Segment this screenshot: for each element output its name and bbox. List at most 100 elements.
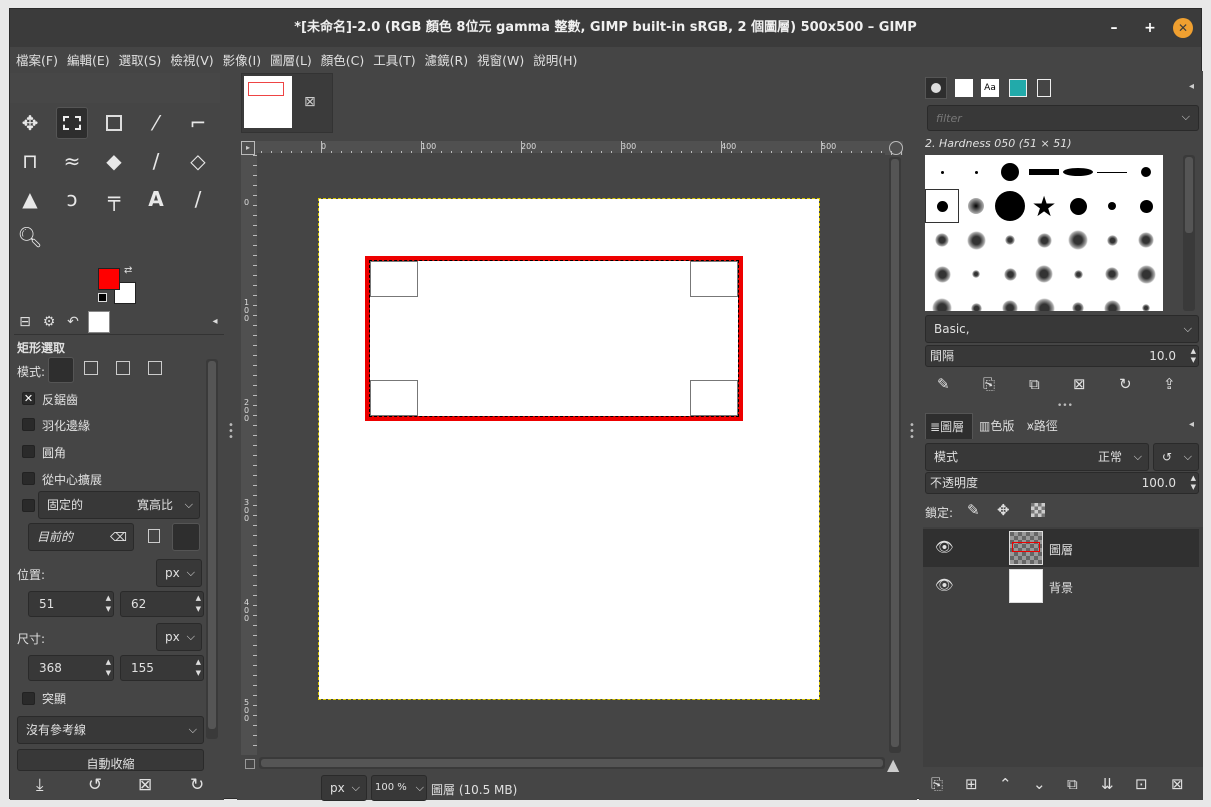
transform-tool-icon[interactable]: ⊓: [14, 145, 46, 177]
menu-file[interactable]: 檔案(F): [16, 50, 58, 69]
maximize-button[interactable]: +: [1140, 18, 1160, 38]
menu-filters[interactable]: 濾鏡(R): [425, 50, 468, 69]
layer-mode-combo[interactable]: 模式 正常 ⌵: [925, 443, 1149, 471]
brush-preset-combo[interactable]: Basic, ⌵: [925, 315, 1199, 343]
brush-filter-input[interactable]: filter ⌵: [927, 105, 1199, 131]
brush-item[interactable]: [1061, 155, 1095, 189]
layer-row[interactable]: 👁︎ 背景: [923, 567, 1199, 605]
spin-arrows-icon[interactable]: ▲ ▼: [106, 657, 111, 679]
brush-item[interactable]: [959, 257, 993, 291]
clear-icon[interactable]: ⌫: [110, 524, 127, 550]
spin-arrows-icon[interactable]: ▲ ▼: [1191, 474, 1196, 492]
menu-windows[interactable]: 視窗(W): [477, 50, 524, 69]
tab-paths[interactable]: ⩙路徑: [1027, 417, 1058, 434]
paintbrush-icon[interactable]: /: [140, 145, 172, 177]
restore-options-icon[interactable]: ↺: [88, 775, 102, 795]
menu-help[interactable]: 說明(H): [533, 50, 577, 69]
eye-icon[interactable]: 👁︎: [935, 576, 954, 594]
lock-position-icon[interactable]: ✥: [997, 501, 1010, 519]
menu-edit[interactable]: 編輯(E): [67, 50, 110, 69]
brush-item[interactable]: [925, 291, 959, 311]
position-x-input[interactable]: 51 ▲ ▼: [28, 591, 114, 617]
brush-item[interactable]: [1095, 189, 1129, 223]
mode-intersect-button[interactable]: [148, 361, 162, 375]
resize-window-icon[interactable]: ▲: [887, 755, 899, 774]
brush-item[interactable]: [959, 223, 993, 257]
close-tab-icon[interactable]: ⊠: [304, 94, 316, 110]
brush-item[interactable]: [993, 291, 1027, 311]
clone-tool-icon[interactable]: ▲: [14, 183, 46, 215]
landscape-icon[interactable]: [172, 523, 200, 551]
mode-replace-button[interactable]: [48, 357, 74, 383]
zoom-combo[interactable]: 100 % ⌵: [371, 775, 427, 801]
brush-item[interactable]: [1027, 257, 1061, 291]
warp-tool-icon[interactable]: ≈: [56, 145, 88, 177]
move-tool-icon[interactable]: ✥: [14, 107, 46, 139]
menu-image[interactable]: 影像(I): [223, 50, 261, 69]
fuzzy-select-tool-icon[interactable]: ⁄: [140, 107, 172, 139]
tab-channels[interactable]: ▥色版: [979, 417, 1014, 434]
delete-layer-icon[interactable]: ⊠: [1171, 775, 1184, 793]
navigate-icon[interactable]: [245, 759, 255, 769]
swap-colors-icon[interactable]: ⇄: [124, 265, 132, 276]
minimize-button[interactable]: –: [1104, 18, 1124, 38]
fixed-checkbox[interactable]: [22, 499, 35, 512]
brush-item[interactable]: ★: [1027, 189, 1061, 223]
zoom-follow-icon[interactable]: [889, 141, 903, 155]
layer-mask-icon[interactable]: ⊡: [1135, 775, 1148, 793]
new-brush-icon[interactable]: ⎘: [983, 375, 995, 393]
zoom-tool-icon[interactable]: 🔍︎: [14, 221, 46, 253]
fixed-combo[interactable]: 固定的 寬高比 ⌵: [38, 491, 200, 519]
brush-item[interactable]: [925, 189, 959, 223]
brush-item[interactable]: [959, 155, 993, 189]
crop-tool-icon[interactable]: ⌐: [182, 107, 214, 139]
duplicate-layer-icon[interactable]: ⧉: [1067, 775, 1078, 793]
brush-scrollbar[interactable]: [1183, 155, 1195, 311]
new-layer-icon[interactable]: ⎘: [931, 775, 943, 793]
save-options-icon[interactable]: ⤓: [36, 775, 44, 795]
menu-view[interactable]: 檢視(V): [170, 50, 213, 69]
guides-combo[interactable]: 沒有參考線 ⌵: [17, 716, 204, 744]
spin-arrows-icon[interactable]: ▲ ▼: [1191, 347, 1196, 365]
spin-arrows-icon[interactable]: ▲ ▼: [196, 657, 201, 679]
patterns-tab-icon[interactable]: [955, 79, 973, 97]
fonts-tab-icon[interactable]: Aa: [981, 79, 999, 97]
selection-marquee[interactable]: [369, 260, 739, 417]
text-tool-icon[interactable]: A: [140, 183, 172, 215]
brush-item[interactable]: [1095, 223, 1129, 257]
reset-options-icon[interactable]: ↻: [190, 775, 204, 795]
device-status-tab-icon[interactable]: ⚙: [40, 313, 58, 331]
gradients-tab-icon[interactable]: [1009, 79, 1027, 97]
delete-brush-icon[interactable]: ⊠: [1073, 375, 1086, 393]
brush-item[interactable]: [1061, 189, 1095, 223]
documents-tab-icon[interactable]: [1037, 79, 1051, 97]
vertical-scrollbar[interactable]: [889, 157, 901, 753]
layer-row[interactable]: 👁︎ 圖層: [923, 529, 1199, 567]
paths-tool-icon[interactable]: ╤: [98, 183, 130, 215]
image-tab[interactable]: ⊠: [241, 73, 333, 133]
brush-item[interactable]: [1129, 257, 1163, 291]
open-brush-as-image-icon[interactable]: ⇪: [1163, 375, 1176, 393]
unit-combo[interactable]: px ⌵: [321, 775, 367, 801]
horizontal-scrollbar[interactable]: [259, 757, 885, 769]
brush-item[interactable]: [993, 257, 1027, 291]
size-height-input[interactable]: 155 ▲ ▼: [120, 655, 204, 681]
brush-item[interactable]: [925, 223, 959, 257]
brush-item[interactable]: [1129, 155, 1163, 189]
portrait-icon[interactable]: [148, 529, 160, 543]
brushes-tab-icon[interactable]: [925, 77, 947, 99]
brush-item[interactable]: [1061, 223, 1095, 257]
undo-history-tab-icon[interactable]: ↶: [64, 313, 82, 331]
menu-tools[interactable]: 工具(T): [373, 50, 415, 69]
mode-subtract-button[interactable]: [116, 361, 130, 375]
resize-handle-top-right[interactable]: [690, 261, 738, 297]
brush-item[interactable]: [1095, 257, 1129, 291]
brush-item[interactable]: [1129, 291, 1163, 311]
lower-layer-icon[interactable]: ⌄: [1033, 775, 1046, 793]
brush-item[interactable]: [1095, 291, 1129, 311]
quick-mask-icon[interactable]: ▸: [241, 141, 255, 155]
antialias-checkbox[interactable]: ✕: [22, 392, 35, 405]
resize-handle-bottom-right[interactable]: [690, 380, 738, 416]
brush-item[interactable]: [925, 155, 959, 189]
highlight-checkbox[interactable]: [22, 692, 35, 705]
